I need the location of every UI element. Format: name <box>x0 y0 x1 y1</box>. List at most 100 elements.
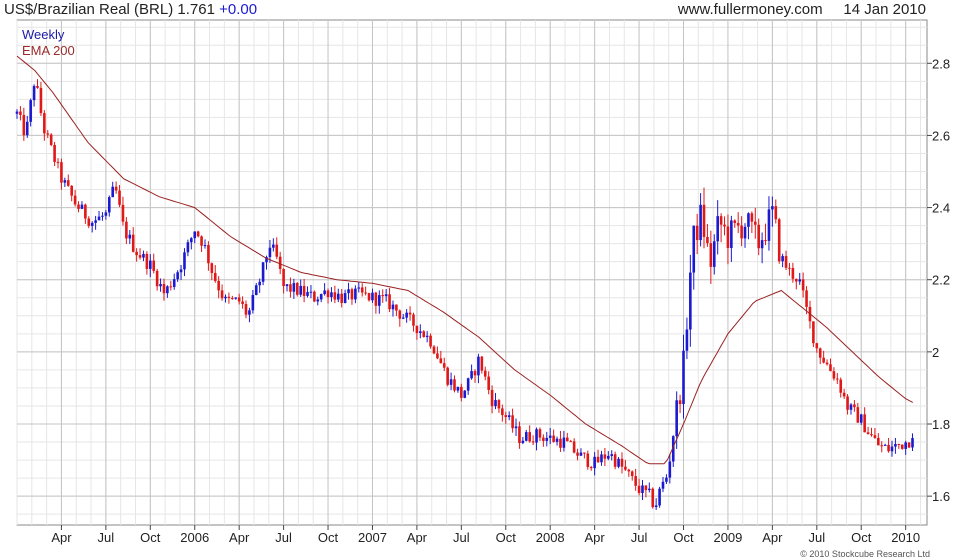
candle-down <box>764 240 767 242</box>
candle-down <box>220 290 224 299</box>
candle-down <box>350 289 354 300</box>
candle-down <box>483 370 487 377</box>
candle-down <box>302 285 306 296</box>
candle-up <box>316 299 320 302</box>
x-tick-label: Oct <box>496 530 517 545</box>
candle-up <box>80 204 84 209</box>
candle-down <box>145 253 149 269</box>
candle-down <box>897 443 901 445</box>
candle-down <box>36 85 39 88</box>
candle-up <box>685 329 689 351</box>
candle-up <box>699 204 702 241</box>
candle-up <box>682 350 685 405</box>
candle-down <box>210 263 214 273</box>
candle-down <box>572 441 576 453</box>
candle-up <box>101 215 104 217</box>
candle-down <box>282 268 285 287</box>
candle-down <box>907 442 911 448</box>
candle-down <box>695 225 699 241</box>
candle-down <box>43 113 46 134</box>
candle-down <box>131 234 135 252</box>
candle-up <box>336 293 340 300</box>
candle-up <box>692 225 696 273</box>
x-tick-label: Apr <box>762 530 783 545</box>
candle-down <box>412 314 415 326</box>
candle-down <box>135 251 138 256</box>
candle-up <box>425 335 429 337</box>
candle-down <box>446 367 449 385</box>
x-tick-label: Apr <box>51 530 72 545</box>
candle-down <box>586 453 590 468</box>
candle-down <box>313 291 316 302</box>
candle-up <box>193 231 197 239</box>
candle-down <box>275 244 279 257</box>
x-tick-label: 2006 <box>180 530 209 545</box>
candle-down <box>836 378 839 380</box>
candle-up <box>463 390 467 398</box>
candle-up <box>90 222 94 226</box>
candle-up <box>771 206 774 210</box>
candle-up <box>798 279 802 282</box>
candle-down <box>22 114 26 136</box>
candle-down <box>432 346 436 354</box>
candle-down <box>565 437 569 442</box>
candle-down <box>504 415 508 418</box>
candle-up <box>357 287 361 289</box>
candle-up <box>456 386 460 391</box>
candle-up <box>514 426 518 429</box>
candle-up <box>470 371 473 379</box>
candle-down <box>518 426 521 444</box>
candle-down <box>49 134 53 145</box>
candle-up <box>63 180 67 183</box>
candle-up <box>535 429 538 443</box>
candle-up <box>911 438 914 448</box>
candle-up <box>617 458 620 467</box>
x-tick-label: Jul <box>275 530 292 545</box>
candle-up <box>183 252 186 270</box>
candle-down <box>56 161 60 163</box>
candle-down <box>333 292 337 300</box>
candle-down <box>227 296 231 299</box>
candle-up <box>648 488 651 491</box>
candle-down <box>408 312 412 315</box>
candle-up <box>494 400 497 407</box>
candle-up <box>689 272 692 330</box>
candle-down <box>398 310 402 319</box>
candle-up <box>904 442 907 449</box>
candle-up <box>254 285 258 295</box>
candle-down <box>364 292 367 294</box>
candle-down <box>880 445 884 447</box>
candle-up <box>641 485 644 493</box>
candle-down <box>118 190 121 205</box>
candle-down <box>207 245 210 264</box>
y-axis: 1.6 1.8 2 2.2 2.4 2.6 2.8 <box>927 56 950 504</box>
candle-down <box>473 371 477 376</box>
candle-up <box>883 444 887 446</box>
candle-up <box>343 293 347 303</box>
candle-up <box>330 292 333 298</box>
candle-down <box>152 260 156 271</box>
candle-down <box>278 256 282 269</box>
candle-down <box>630 471 634 477</box>
candle-up <box>179 269 183 273</box>
candle-up <box>159 283 162 287</box>
candle-up <box>781 256 784 262</box>
candle-down <box>138 255 142 258</box>
candle-down <box>801 279 805 291</box>
candle-down <box>326 290 330 298</box>
candle-down <box>531 441 535 443</box>
candle-down <box>733 220 737 223</box>
candle-up <box>319 294 323 300</box>
candle-down <box>702 204 706 237</box>
candle-down <box>453 379 456 391</box>
candle-up <box>248 310 251 315</box>
candle-down <box>853 404 856 408</box>
candle-up <box>894 443 897 447</box>
candle-up <box>149 260 152 269</box>
candle-down <box>818 348 822 358</box>
candle-up <box>128 234 132 239</box>
x-tick-label: Oct <box>140 530 161 545</box>
candle-up <box>767 209 771 241</box>
candle-down <box>77 204 80 209</box>
candle-down <box>200 236 203 246</box>
